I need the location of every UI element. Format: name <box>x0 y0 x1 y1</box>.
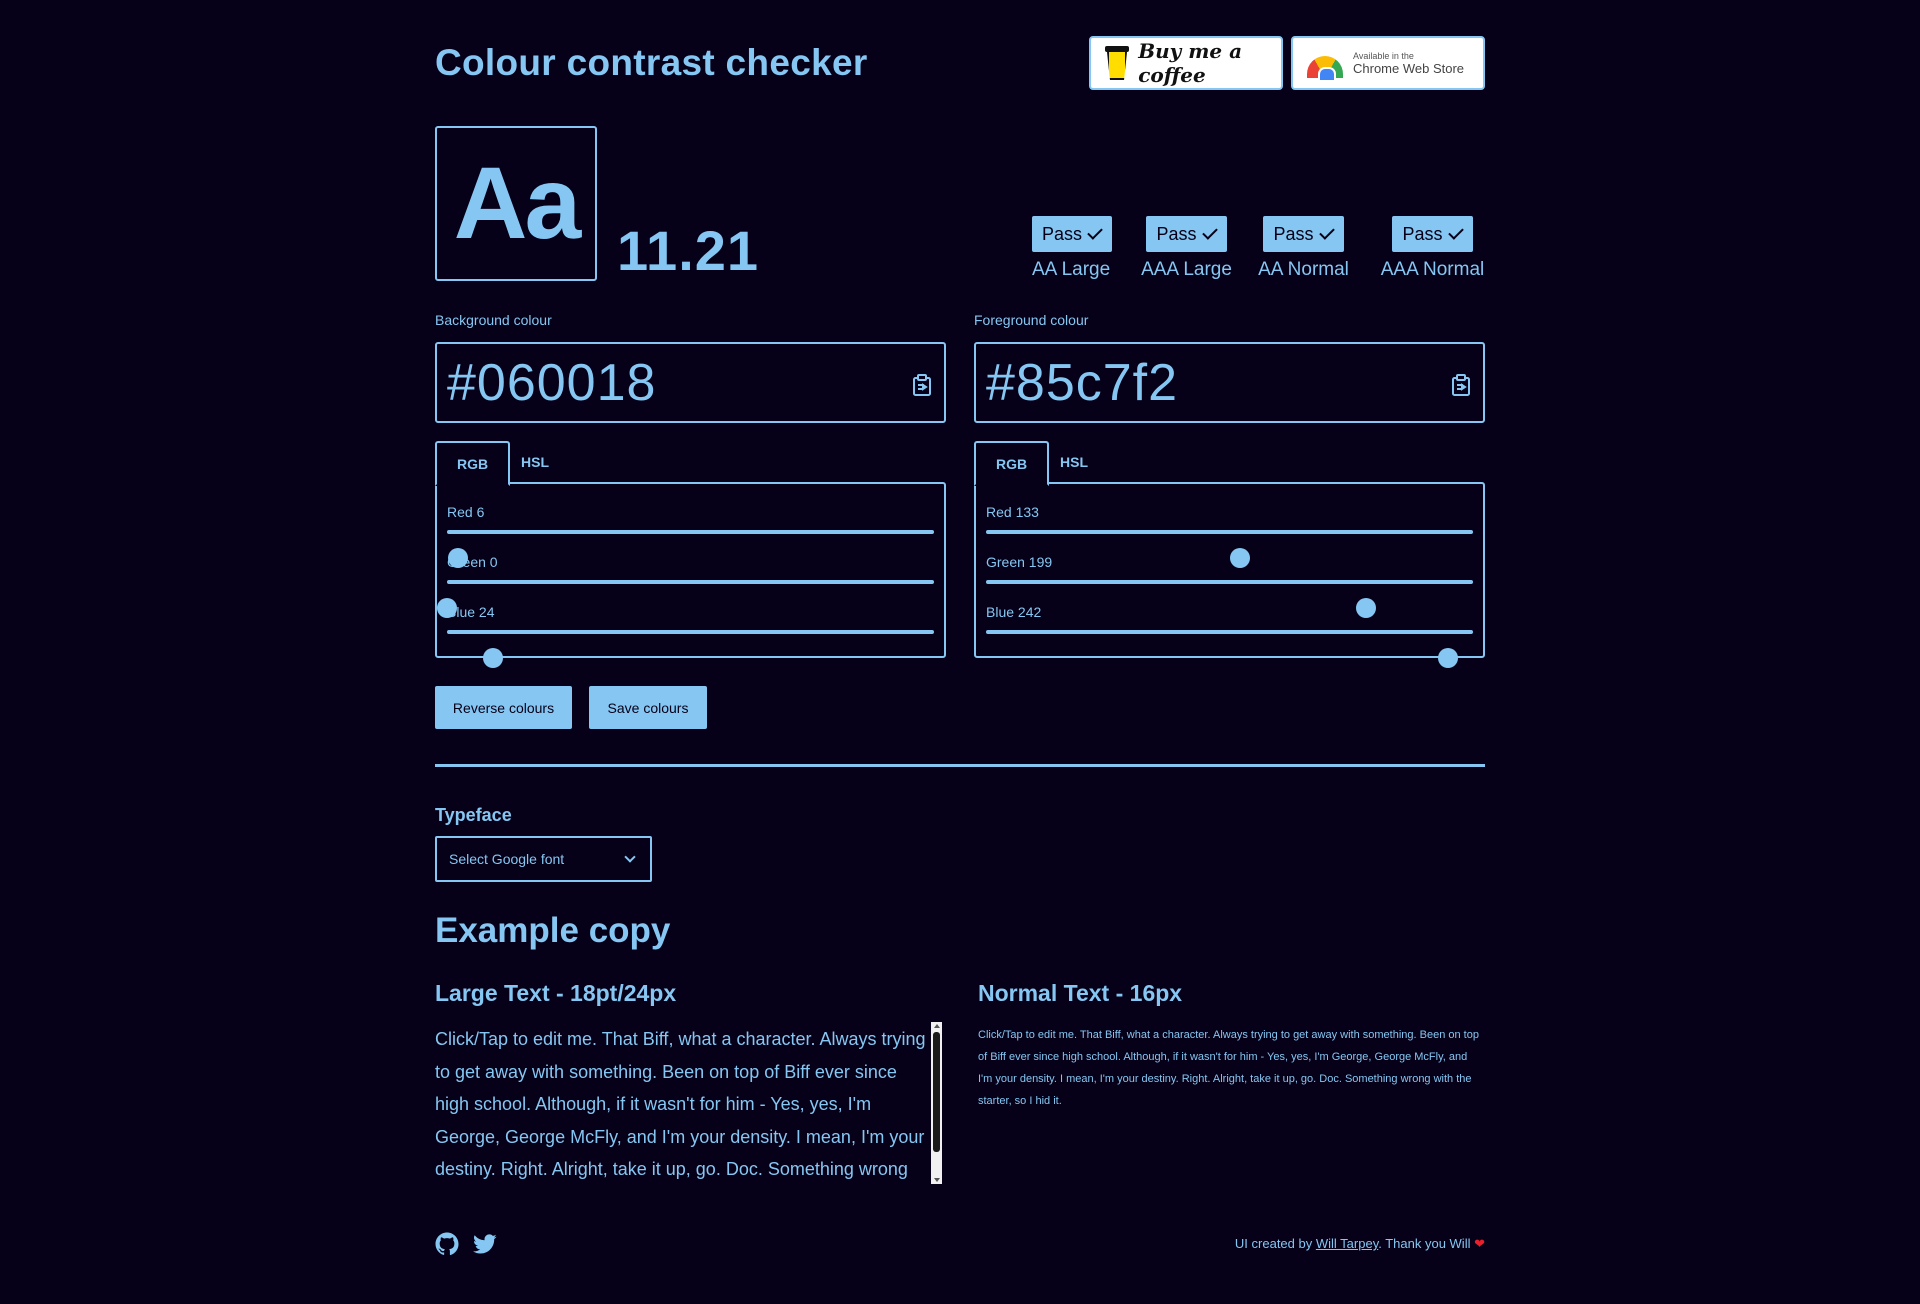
foreground-sliders: Red 133 Green 199 Blue 242 <box>974 482 1485 668</box>
slider-track[interactable] <box>986 580 1473 618</box>
chrome-web-store-button[interactable]: Available in the Chrome Web Store <box>1291 36 1485 90</box>
check-icon <box>1447 224 1464 240</box>
slider-blue: Blue 24 <box>447 604 934 668</box>
slider-red: Red 133 <box>986 504 1473 568</box>
check-icon <box>1201 224 1218 240</box>
scroll-up-arrow-icon[interactable] <box>934 1024 940 1028</box>
scroll-down-arrow-icon[interactable] <box>934 1178 940 1182</box>
tab-hsl[interactable]: HSL <box>501 441 569 484</box>
clipboard-icon[interactable] <box>912 374 932 396</box>
background-sliders: Red 6 Green 0 Blue 24 <box>435 482 946 668</box>
slider-green: Green 0 <box>437 554 934 618</box>
slider-label: Blue 242 <box>986 604 1042 620</box>
author-link[interactable]: Will Tarpey <box>1316 1236 1378 1251</box>
tab-rgb[interactable]: RGB <box>435 441 511 486</box>
save-colours-button[interactable]: Save colours <box>589 686 707 729</box>
background-tabs: RGB HSL <box>435 441 946 486</box>
tab-rgb[interactable]: RGB <box>974 441 1050 486</box>
normal-text-title: Normal Text - 16px <box>978 980 1183 1006</box>
reverse-colours-button[interactable]: Reverse colours <box>435 686 572 729</box>
preview-sample: Aa <box>435 126 597 281</box>
select-value: Select Google font <box>449 851 565 867</box>
scrollbar-thumb[interactable] <box>933 1032 940 1152</box>
buy-me-a-coffee-button[interactable]: Buy me a coffee <box>1089 36 1283 90</box>
scrollbar[interactable] <box>931 1022 942 1184</box>
foreground-hex-input[interactable] <box>986 352 1426 413</box>
coffee-cup-icon <box>1105 46 1129 80</box>
slider-blue: Blue 242 <box>986 604 1473 668</box>
chrome-badge-text: Chrome Web Store <box>1353 60 1465 76</box>
result-label: AA Large <box>1032 259 1111 280</box>
pass-badge: Pass <box>1263 216 1344 252</box>
pass-badge: Pass <box>1392 216 1473 252</box>
result-label: AAA Large <box>1141 259 1232 280</box>
slider-red: Red 6 <box>447 504 934 568</box>
typeface-label: Typeface <box>435 805 512 825</box>
slider-thumb[interactable] <box>1438 648 1459 668</box>
slider-thumb[interactable] <box>482 648 503 668</box>
check-icon <box>1087 224 1103 240</box>
divider <box>435 764 1485 767</box>
twitter-icon[interactable] <box>473 1232 497 1256</box>
check-icon <box>1318 224 1335 240</box>
slider-green: Green 199 <box>986 554 1473 618</box>
result-aa-large: Pass AA Large <box>1032 216 1113 281</box>
background-hex-field <box>435 342 946 423</box>
foreground-hex-field <box>974 342 1485 423</box>
foreground-colour-panel: Foreground colour RGB HSL Red 133 Green … <box>974 312 1485 668</box>
slider-track[interactable] <box>437 580 934 618</box>
background-hex-input[interactable] <box>447 352 887 413</box>
page: Colour contrast checker Buy me a coffee … <box>435 0 1485 1304</box>
heart-icon: ❤ <box>1474 1236 1485 1251</box>
result-label: AA Normal <box>1258 259 1349 280</box>
result-aaa-normal: Pass AAA Normal <box>1380 216 1485 281</box>
coffee-button-label: Buy me a coffee <box>1138 39 1243 87</box>
slider-label: Blue 24 <box>447 604 495 620</box>
foreground-tabs: RGB HSL <box>974 441 1485 486</box>
example-copy-title: Example copy <box>435 911 671 950</box>
large-text-title: Large Text - 18pt/24px <box>435 980 677 1006</box>
chevron-down-icon <box>624 851 636 863</box>
slider-label: Red 6 <box>447 504 485 520</box>
page-title: Colour contrast checker <box>435 42 868 83</box>
foreground-colour-label: Foreground colour <box>974 312 1089 328</box>
chrome-logo-icon <box>1307 56 1343 80</box>
github-icon[interactable] <box>435 1232 459 1256</box>
footer-icons <box>435 1232 497 1256</box>
slider-track[interactable] <box>447 630 934 668</box>
result-label: AAA Normal <box>1380 259 1485 280</box>
tab-hsl[interactable]: HSL <box>1040 441 1108 484</box>
contrast-ratio: 11.21 <box>617 219 760 282</box>
slider-label: Green 199 <box>986 554 1053 570</box>
background-colour-label: Background colour <box>435 312 552 328</box>
result-aaa-large: Pass AAA Large <box>1139 216 1234 281</box>
slider-label: Green 0 <box>447 554 498 570</box>
large-text-editable[interactable]: Click/Tap to edit me. That Biff, what a … <box>435 1023 935 1183</box>
result-aa-normal: Pass AA Normal <box>1257 216 1350 281</box>
clipboard-icon[interactable] <box>1451 374 1471 396</box>
pass-badge: Pass <box>1146 216 1227 252</box>
google-font-select[interactable]: Select Google font <box>435 836 652 882</box>
pass-badge: Pass <box>1032 216 1113 252</box>
slider-track[interactable] <box>986 630 1473 668</box>
footer-credit: UI created by Will Tarpey. Thank you Wil… <box>1234 1236 1485 1251</box>
slider-label: Red 133 <box>986 504 1039 520</box>
chrome-badge-small-text: Available in the <box>1353 50 1414 61</box>
slider-track[interactable] <box>447 530 934 568</box>
normal-text-editable[interactable]: Click/Tap to edit me. That Biff, what a … <box>978 1024 1483 1112</box>
slider-track[interactable] <box>986 530 1473 568</box>
background-colour-panel: Background colour RGB HSL Red 6 Green 0 <box>435 312 946 668</box>
